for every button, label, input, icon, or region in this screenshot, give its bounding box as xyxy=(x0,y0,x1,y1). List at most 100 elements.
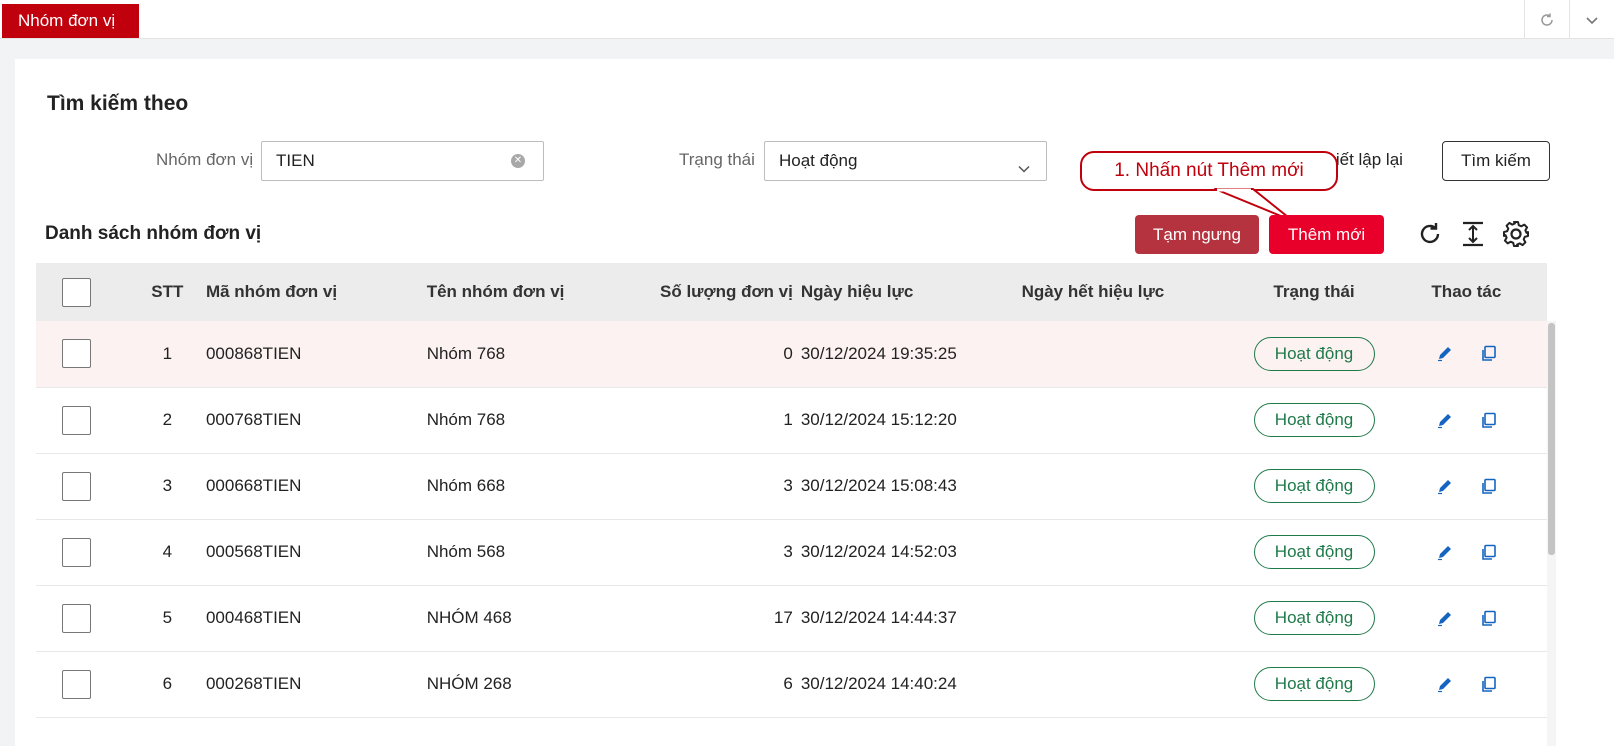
copy-icon[interactable] xyxy=(1480,345,1497,362)
edit-pencil-icon[interactable] xyxy=(1436,412,1453,429)
table-row[interactable]: 6 000268TIEN NHÓM 268 6 30/12/2024 14:40:24 H… xyxy=(36,651,1547,717)
cell-expiry xyxy=(1022,651,1243,717)
row-height-icon[interactable] xyxy=(1457,218,1489,250)
cell-qty: 17 xyxy=(773,608,793,627)
top-bar: Nhóm đơn vị xyxy=(0,0,1614,39)
cell-effective: 30/12/2024 19:35:25 xyxy=(800,343,957,363)
scrollbar-thumb[interactable] xyxy=(1548,323,1555,555)
cell-code: 000768TIEN xyxy=(205,410,302,429)
edit-pencil-icon[interactable] xyxy=(1436,345,1453,362)
cell-code: 000668TIEN xyxy=(205,476,302,495)
cell-stt: 3 xyxy=(162,476,173,495)
table-row[interactable]: 4 000568TIEN Nhóm 568 3 30/12/2024 14:52:03 H… xyxy=(36,519,1547,585)
unit-group-table: STT Mã nhóm đơn vị Tên nhóm đơn vị Số lư… xyxy=(36,263,1547,718)
cell-stt: 2 xyxy=(162,410,173,429)
reload-icon[interactable] xyxy=(1414,218,1446,250)
cell-stt: 1 xyxy=(162,343,173,363)
cell-stt: 6 xyxy=(162,674,173,693)
row-checkbox[interactable] xyxy=(62,339,91,369)
row-checkbox[interactable] xyxy=(62,669,91,699)
cell-name: NHÓM 468 xyxy=(426,608,512,627)
group-input-value: TIEN xyxy=(276,151,315,170)
refresh-icon[interactable] xyxy=(1524,0,1569,39)
cell-name: Nhóm 568 xyxy=(426,542,506,561)
header-name: Tên nhóm đơn vị xyxy=(426,282,565,301)
list-title: Danh sách nhóm đơn vị xyxy=(45,223,262,244)
group-label: Nhóm đơn vị xyxy=(156,150,254,169)
search-button[interactable]: Tìm kiếm xyxy=(1442,141,1550,181)
copy-icon[interactable] xyxy=(1480,412,1497,429)
cell-name: Nhóm 768 xyxy=(426,343,506,363)
copy-icon[interactable] xyxy=(1480,610,1497,627)
status-badge: Hoạt động xyxy=(1253,336,1375,371)
status-select[interactable]: Hoạt động xyxy=(764,141,1047,181)
topbar-icons xyxy=(1524,0,1614,39)
cell-effective: 30/12/2024 15:08:43 xyxy=(800,476,957,495)
annotation-callout: 1. Nhấn nút Thêm mới xyxy=(1080,151,1338,191)
cell-code: 000468TIEN xyxy=(205,608,302,627)
cell-expiry xyxy=(1022,453,1243,519)
cell-name: Nhóm 668 xyxy=(426,476,506,495)
edit-pencil-icon[interactable] xyxy=(1436,610,1453,627)
edit-pencil-icon[interactable] xyxy=(1436,478,1453,495)
edit-pencil-icon[interactable] xyxy=(1436,676,1453,693)
table-header-row: STT Mã nhóm đơn vị Tên nhóm đơn vị Số lư… xyxy=(36,263,1547,321)
cell-qty: 3 xyxy=(783,542,793,561)
row-checkbox[interactable] xyxy=(62,405,91,435)
status-label: Trạng thái xyxy=(679,150,755,169)
cell-qty: 3 xyxy=(783,476,793,495)
edit-pencil-icon[interactable] xyxy=(1436,544,1453,561)
tab-nhom-don-vi[interactable]: Nhóm đơn vị xyxy=(2,4,139,38)
cell-code: 000268TIEN xyxy=(205,674,302,693)
status-badge: Hoạt động xyxy=(1253,469,1375,503)
cell-stt: 5 xyxy=(162,608,173,627)
cell-code: 000568TIEN xyxy=(205,542,302,561)
header-expiry: Ngày hết hiệu lực xyxy=(1021,282,1165,301)
copy-icon[interactable] xyxy=(1480,478,1497,495)
chevron-down-icon[interactable] xyxy=(1569,0,1614,39)
cell-name: NHÓM 268 xyxy=(426,674,512,693)
cell-expiry xyxy=(1022,519,1243,585)
cell-effective: 30/12/2024 14:44:37 xyxy=(800,608,957,627)
clear-icon[interactable]: ✕ xyxy=(511,154,525,168)
cell-name: Nhóm 768 xyxy=(426,410,506,429)
add-new-button[interactable]: Thêm mới xyxy=(1269,215,1384,254)
cell-effective: 30/12/2024 14:52:03 xyxy=(800,542,957,561)
status-badge: Hoạt động xyxy=(1253,403,1375,437)
table-row[interactable]: 5 000468TIEN NHÓM 468 17 30/12/2024 14:44:37… xyxy=(36,585,1547,651)
header-effective: Ngày hiệu lực xyxy=(800,282,914,301)
table-row[interactable]: 2 000768TIEN Nhóm 768 1 30/12/2024 15:12:20 H… xyxy=(36,387,1547,453)
chevron-down-icon xyxy=(1016,153,1032,191)
cell-expiry xyxy=(1022,321,1243,387)
row-checkbox[interactable] xyxy=(62,471,91,501)
row-checkbox[interactable] xyxy=(62,603,91,633)
suspend-button[interactable]: Tạm ngưng xyxy=(1135,215,1259,254)
cell-code: 000868TIEN xyxy=(205,343,302,363)
status-badge: Hoạt động xyxy=(1253,601,1375,635)
status-badge: Hoạt động xyxy=(1253,667,1375,701)
cell-qty: 0 xyxy=(783,343,793,363)
status-select-value: Hoạt động xyxy=(779,151,858,170)
search-title: Tìm kiếm theo xyxy=(47,92,189,115)
table-row[interactable]: 3 000668TIEN Nhóm 668 3 30/12/2024 15:08:43 H… xyxy=(36,453,1547,519)
header-status: Trạng thái xyxy=(1273,282,1355,301)
main-panel: Tìm kiếm theo Nhóm đơn vị TIEN ✕ Trạng t… xyxy=(15,59,1614,746)
copy-icon[interactable] xyxy=(1480,676,1497,693)
header-stt: STT xyxy=(151,282,184,301)
header-code: Mã nhóm đơn vị xyxy=(205,282,338,301)
cell-qty: 1 xyxy=(783,410,793,429)
select-all-checkbox[interactable] xyxy=(62,277,91,307)
settings-gear-icon[interactable] xyxy=(1500,218,1532,250)
cell-qty: 6 xyxy=(783,674,793,693)
status-badge: Hoạt động xyxy=(1253,535,1375,569)
cell-stt: 4 xyxy=(162,542,173,561)
header-qty: Số lượng đơn vị xyxy=(660,282,793,301)
header-actions: Thao tác xyxy=(1431,282,1502,301)
group-input[interactable]: TIEN ✕ xyxy=(261,141,544,181)
row-checkbox[interactable] xyxy=(62,537,91,567)
table-row[interactable]: 1 000868TIEN Nhóm 768 0 30/12/2024 19:35:25 H… xyxy=(36,321,1547,387)
cell-effective: 30/12/2024 15:12:20 xyxy=(800,410,957,429)
copy-icon[interactable] xyxy=(1480,544,1497,561)
cell-effective: 30/12/2024 14:40:24 xyxy=(800,674,957,693)
cell-expiry xyxy=(1022,387,1243,453)
